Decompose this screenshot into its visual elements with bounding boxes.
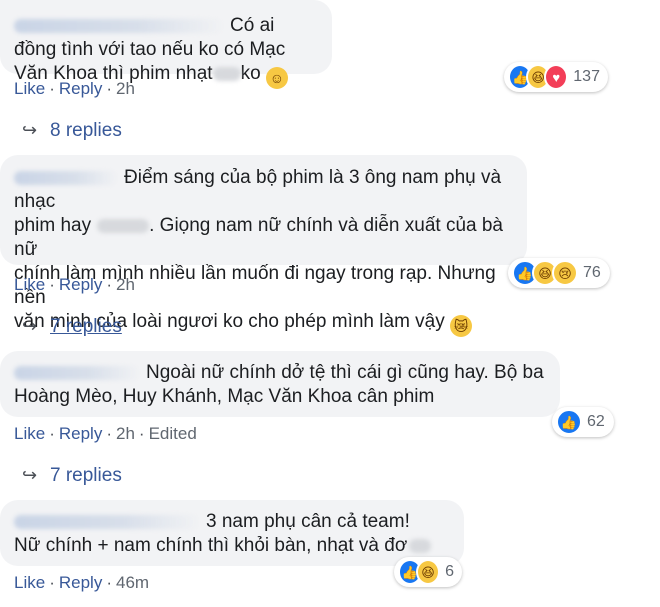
comment-text: 3 nam phụ cân cả team! Nữ chính + nam ch… [14,510,450,558]
comment-actions: Like · Reply · 2h [14,275,135,294]
comment-bubble: 3 nam phụ cân cả team! Nữ chính + nam ch… [0,500,464,566]
reply-button[interactable]: Reply [59,79,102,98]
edited-label[interactable]: Edited [149,424,197,443]
haha-icon: 😆 [416,559,441,585]
view-replies-link[interactable]: ↪ 8 replies [22,120,122,142]
blurred-author-name[interactable] [14,18,224,33]
like-button[interactable]: Like [14,424,45,443]
reaction-count: 137 [573,68,600,85]
reaction-count: 6 [445,563,454,580]
comment-actions: Like · Reply · 46m [14,573,150,592]
timestamp[interactable]: 2h [116,275,135,294]
blurred-text [97,218,150,233]
sad-icon: 😢 [552,260,578,286]
reaction-summary[interactable]: 👍 62 [552,407,614,437]
blurred-text [409,538,432,553]
like-button[interactable]: Like [14,275,45,294]
reaction-count: 76 [583,264,601,281]
comment-bubble: Ngoài nữ chính dở tệ thì cái gì cũng hay… [0,351,560,417]
reaction-summary[interactable]: 👍 😆 😢 76 [508,258,610,288]
blurred-author-name[interactable] [14,365,140,380]
comment-bubble: Có ai đồng tình với tao nếu ko có Mạc Vă… [0,0,332,89]
blurred-author-name[interactable] [14,170,118,185]
reply-button[interactable]: Reply [59,424,102,443]
reply-button[interactable]: Reply [59,573,102,592]
reply-arrow-icon: ↪ [22,465,38,485]
timestamp[interactable]: 2h [116,424,135,443]
blurred-author-name[interactable] [14,514,200,529]
comment-bubble: Điểm sáng của bộ phim là 3 ông nam phụ v… [0,155,527,337]
crying-cat-emoji-icon: 😿 [450,315,473,337]
love-icon: ♥ [544,64,569,90]
blurred-text [212,66,241,81]
reply-arrow-icon: ↪ [22,316,38,336]
like-button[interactable]: Like [14,573,45,592]
comment-actions: Like · Reply · 2h · Edited [14,424,197,443]
timestamp[interactable]: 46m [116,573,149,592]
smile-emoji-icon: ☺ [265,67,288,89]
reply-arrow-icon: ↪ [22,120,38,140]
view-replies-link[interactable]: ↪ 7 replies [22,465,122,487]
reaction-summary[interactable]: 👍 😆 ♥ 137 [504,62,608,92]
timestamp[interactable]: 2h [116,79,135,98]
comment-actions: Like · Reply · 2h [14,79,135,98]
like-icon: 👍 [556,409,582,435]
comment-text: Có ai đồng tình với tao nếu ko có Mạc Vă… [14,14,318,89]
like-button[interactable]: Like [14,79,45,98]
comment-text: Ngoài nữ chính dở tệ thì cái gì cũng hay… [14,362,544,407]
comment-text: Điểm sáng của bộ phim là 3 ông nam phụ v… [14,166,513,337]
reaction-summary[interactable]: 👍 😆 6 [394,557,462,587]
reply-button[interactable]: Reply [59,275,102,294]
view-replies-link[interactable]: ↪ 7 replies [22,316,122,338]
reaction-count: 62 [587,413,605,430]
